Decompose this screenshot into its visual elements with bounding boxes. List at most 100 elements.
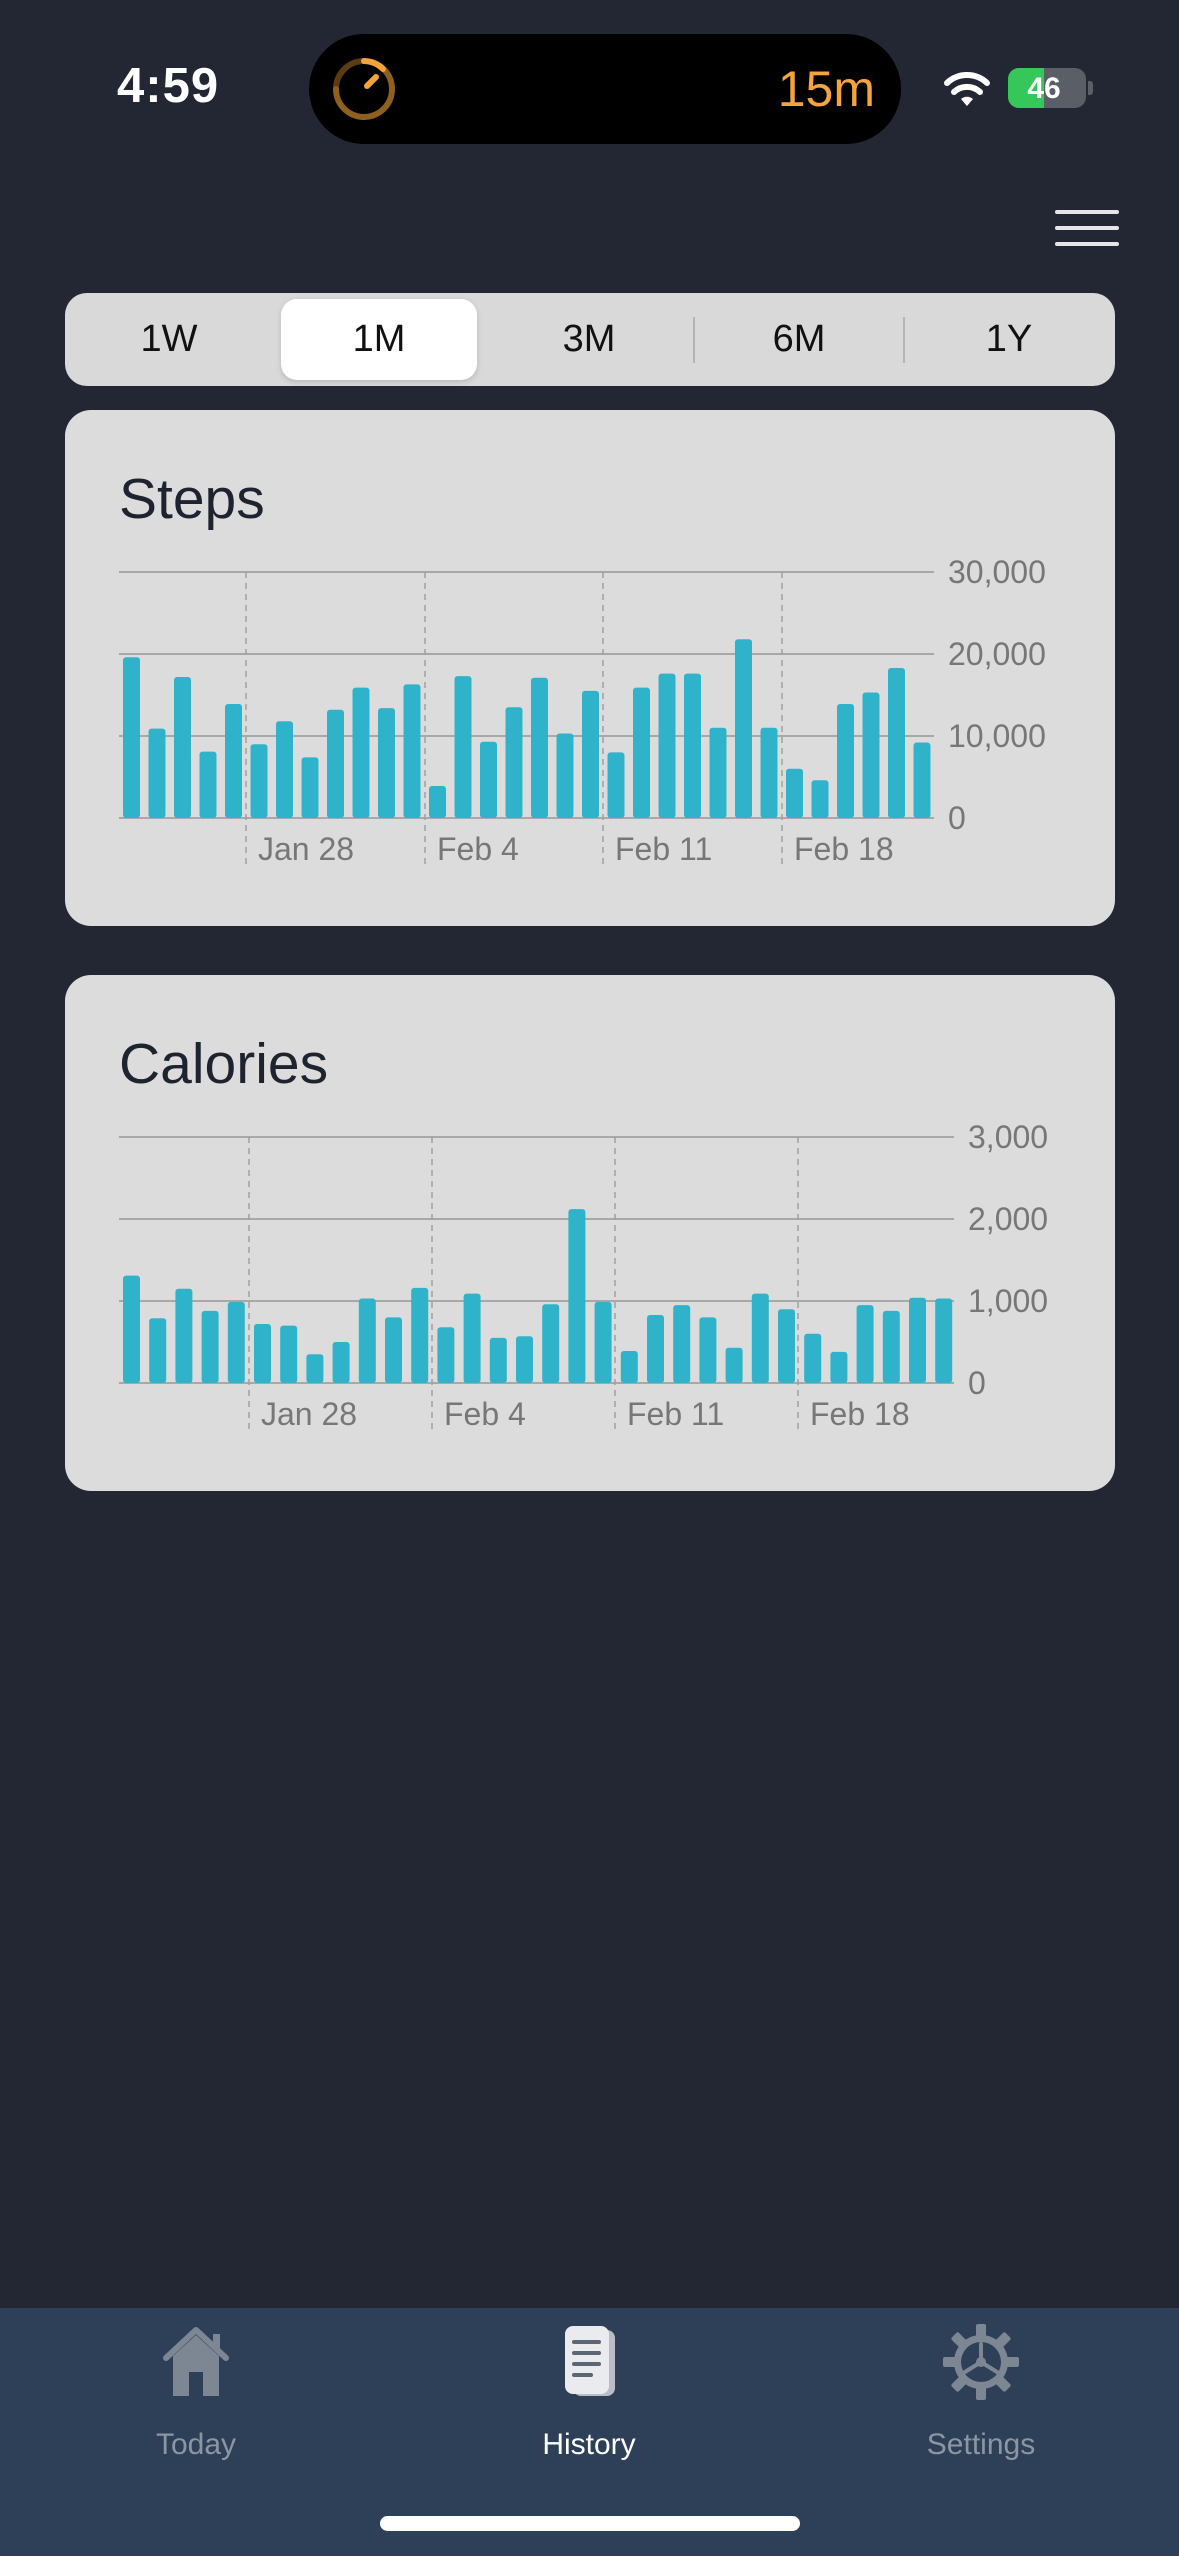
calories-bar[interactable] <box>254 1323 271 1383</box>
steps-bar[interactable] <box>327 709 344 818</box>
tab-settings-label: Settings <box>926 2428 1036 2461</box>
steps-bar-chart: 0 10,000 20,000 30,000 Jan 28 Feb 4 Feb 11 Feb … <box>119 554 1046 867</box>
calories-bar[interactable] <box>201 1310 219 1383</box>
steps-bar[interactable] <box>556 733 574 818</box>
calories-bar[interactable] <box>542 1304 560 1383</box>
document-icon <box>565 2326 615 2396</box>
calories-bar-chart: 0 1,000 2,000 3,000 Jan 28 Feb 4 Feb 11 Feb 18 <box>119 1119 1048 1432</box>
status-time: 4:59 <box>117 59 220 113</box>
steps-bar[interactable] <box>403 684 421 818</box>
x-tick-label: Feb 18 <box>794 831 894 867</box>
calories-bar[interactable] <box>332 1342 350 1383</box>
steps-bar[interactable] <box>480 741 497 818</box>
calories-bar[interactable] <box>568 1209 586 1383</box>
x-tick-label: Feb 11 <box>627 1396 724 1432</box>
steps-bar[interactable] <box>658 673 676 818</box>
steps-bar[interactable] <box>709 727 727 818</box>
calories-bar[interactable] <box>647 1314 664 1383</box>
home-indicator[interactable] <box>380 2516 800 2531</box>
calories-bar[interactable] <box>385 1317 402 1383</box>
calories-bar[interactable] <box>620 1351 638 1383</box>
tab-history[interactable]: History <box>469 2322 709 2482</box>
y-tick-label: 1,000 <box>968 1283 1048 1319</box>
calories-bar[interactable] <box>909 1297 926 1383</box>
x-tick-label: Feb 4 <box>437 831 519 867</box>
calories-bar[interactable] <box>306 1354 324 1383</box>
calories-bar[interactable] <box>280 1325 298 1383</box>
tab-today-label: Today <box>155 2428 237 2461</box>
calories-bar[interactable] <box>175 1288 193 1383</box>
calories-bar[interactable] <box>699 1317 717 1383</box>
steps-bar[interactable] <box>862 692 880 818</box>
calories-bar[interactable] <box>751 1293 769 1383</box>
calories-bar[interactable] <box>516 1336 533 1383</box>
steps-bar[interactable] <box>760 727 778 818</box>
steps-bar[interactable] <box>276 721 293 818</box>
steps-bar[interactable] <box>684 673 701 818</box>
steps-bar[interactable] <box>301 757 319 818</box>
y-tick-label: 2,000 <box>968 1201 1048 1237</box>
calories-bar[interactable] <box>725 1347 743 1383</box>
calories-bar[interactable] <box>149 1318 167 1383</box>
steps-bar[interactable] <box>811 780 829 818</box>
dynamic-island[interactable]: 15m <box>309 34 901 144</box>
tab-settings[interactable]: Settings <box>861 2322 1101 2482</box>
range-option-6m[interactable]: 6M <box>701 299 897 380</box>
calories-bar[interactable] <box>856 1305 874 1383</box>
steps-bar[interactable] <box>837 704 854 818</box>
steps-bar[interactable] <box>148 728 166 818</box>
range-option-1m[interactable]: 1M <box>281 299 477 380</box>
steps-bar[interactable] <box>505 707 523 818</box>
x-tick-label: Jan 28 <box>258 831 354 867</box>
tab-history-label: History <box>542 2428 636 2461</box>
x-tick-label: Feb 18 <box>810 1396 910 1432</box>
calories-bar[interactable] <box>935 1298 953 1383</box>
calories-bar[interactable] <box>437 1327 455 1383</box>
hamburger-menu-icon[interactable] <box>1055 208 1123 248</box>
tab-today[interactable]: Today <box>76 2322 316 2482</box>
live-activity-timer: 15m <box>777 61 875 117</box>
y-tick-label: 0 <box>948 800 966 836</box>
calories-bar[interactable] <box>673 1305 691 1383</box>
calories-bar[interactable] <box>804 1333 822 1383</box>
steps-bar[interactable] <box>199 751 217 818</box>
steps-bar[interactable] <box>454 676 472 818</box>
steps-bar[interactable] <box>225 704 242 818</box>
steps-bar[interactable] <box>429 786 446 818</box>
calories-bar[interactable] <box>594 1301 612 1383</box>
range-option-1w[interactable]: 1W <box>71 299 267 380</box>
battery-level-text: 46 <box>1027 72 1061 105</box>
steps-bar[interactable] <box>378 708 395 818</box>
calories-bar[interactable] <box>411 1287 429 1383</box>
calories-bar[interactable] <box>227 1301 245 1383</box>
y-tick-label: 30,000 <box>948 554 1046 590</box>
steps-card[interactable]: Steps 0 10,000 20,000 30,000 Jan 28 Feb 4 Feb … <box>65 410 1115 926</box>
steps-bar[interactable] <box>123 657 140 818</box>
steps-bar[interactable] <box>250 744 268 818</box>
calories-bar[interactable] <box>882 1310 900 1383</box>
calories-bar[interactable] <box>463 1293 481 1383</box>
calories-bar[interactable] <box>830 1351 848 1383</box>
y-tick-label: 0 <box>968 1365 986 1401</box>
steps-bar[interactable] <box>633 687 650 818</box>
steps-bar[interactable] <box>786 768 803 818</box>
steps-bar[interactable] <box>913 742 931 818</box>
range-option-1y[interactable]: 1Y <box>911 299 1107 380</box>
calories-bar[interactable] <box>489 1337 507 1383</box>
calories-card[interactable]: Calories 0 1,000 2,000 3,000 Jan 28 Feb 4 Feb … <box>65 975 1115 1491</box>
range-option-3m[interactable]: 3M <box>491 299 687 380</box>
calories-bar[interactable] <box>778 1309 795 1383</box>
wifi-icon <box>944 72 990 106</box>
steps-bar[interactable] <box>735 639 752 818</box>
steps-bar[interactable] <box>352 687 370 818</box>
range-segmented-control: 1W 1M 3M 6M 1Y <box>65 293 1115 386</box>
y-tick-label: 20,000 <box>948 636 1046 672</box>
calories-bar[interactable] <box>123 1275 140 1383</box>
calories-bar[interactable] <box>358 1298 376 1383</box>
steps-bar[interactable] <box>174 676 191 818</box>
segment-divider <box>903 317 905 363</box>
steps-bar[interactable] <box>607 752 625 818</box>
steps-bar[interactable] <box>531 677 548 818</box>
steps-bar[interactable] <box>582 690 599 818</box>
steps-bar[interactable] <box>888 667 905 818</box>
